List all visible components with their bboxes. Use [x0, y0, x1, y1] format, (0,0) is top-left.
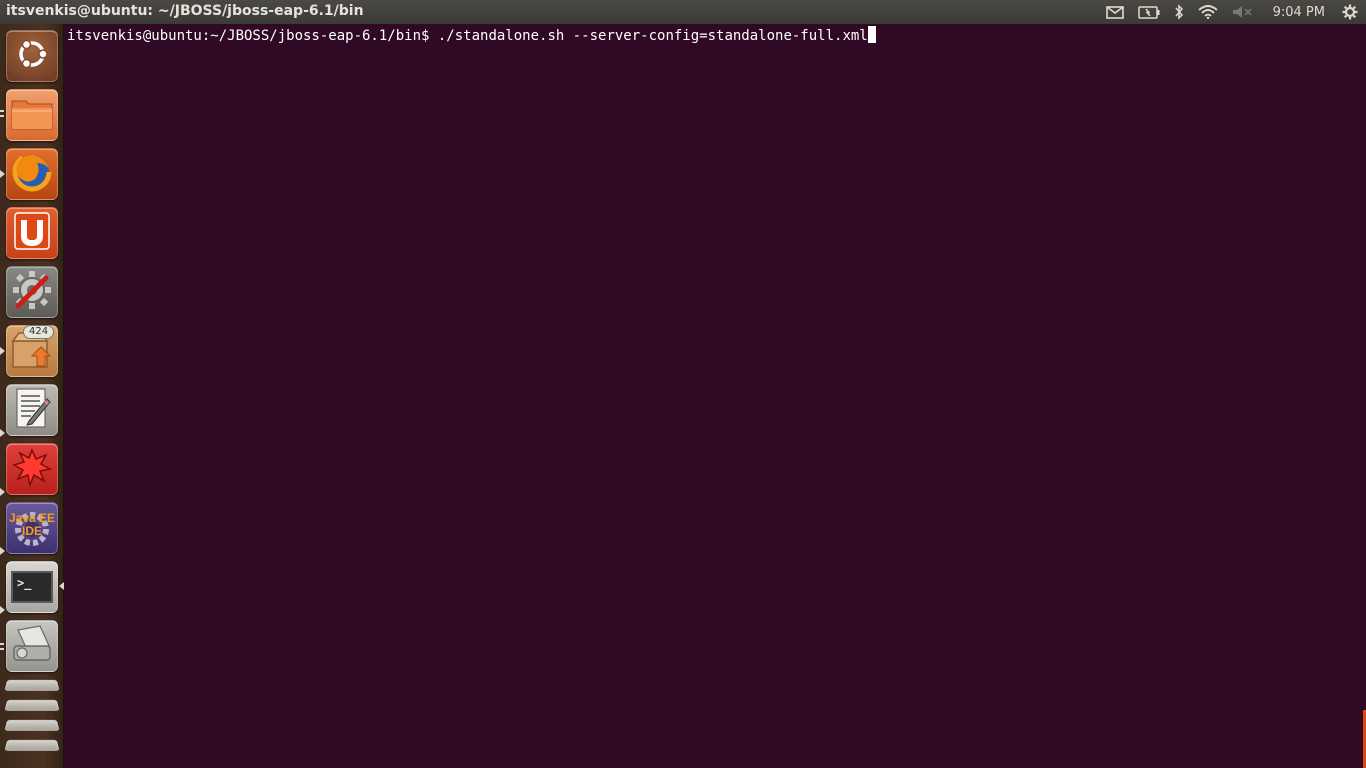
- launcher-item-ubuntu-one[interactable]: [6, 207, 58, 259]
- gear-icon[interactable]: [1342, 0, 1358, 24]
- ide-label: IDE: [21, 524, 42, 538]
- shell-command: ./standalone.sh --server-config=standalo…: [429, 28, 868, 44]
- active-indicator: [59, 582, 64, 590]
- window-title: itsvenkis@ubuntu: ~/JBOSS/jboss-eap-6.1/…: [6, 3, 364, 19]
- running-indicator: [0, 606, 5, 614]
- launcher-item-files[interactable]: [6, 89, 58, 141]
- java-ee-label: Java EE: [8, 511, 56, 525]
- running-indicator: [0, 170, 5, 178]
- terminal-prompt-glyph: >_: [17, 576, 32, 590]
- launcher-item-text-editor[interactable]: [6, 384, 58, 436]
- running-indicator: [0, 110, 4, 118]
- launcher: 424 Java EE IDE >_: [0, 24, 64, 768]
- launcher-item-firefox[interactable]: [6, 148, 58, 200]
- clock[interactable]: 9:04 PM: [1273, 5, 1325, 20]
- running-indicator: [0, 547, 5, 555]
- running-indicator: [0, 643, 4, 651]
- running-indicator: [0, 347, 5, 355]
- running-indicator: [0, 488, 5, 496]
- firefox-icon: [11, 151, 53, 197]
- scanner-icon: [10, 624, 54, 668]
- trash-icon: [4, 676, 60, 768]
- terminal-icon: >_: [11, 571, 53, 603]
- launcher-item-eclipse-java-ee[interactable]: Java EE IDE: [6, 502, 58, 554]
- launcher-item-scanner[interactable]: [6, 620, 58, 672]
- battery-icon[interactable]: [1137, 0, 1160, 24]
- bluetooth-icon[interactable]: [1174, 0, 1184, 24]
- running-indicator: [0, 429, 5, 437]
- launcher-item-workspaces-and-trash[interactable]: [4, 676, 60, 768]
- ubuntu-one-icon: [14, 212, 50, 254]
- mail-icon[interactable]: [1105, 0, 1124, 24]
- terminal-window[interactable]: itsvenkis@ubuntu:~/JBOSS/jboss-eap-6.1/b…: [65, 24, 1366, 768]
- wifi-icon[interactable]: [1198, 0, 1218, 24]
- settings-wrench-icon: [10, 268, 54, 316]
- crash-icon: [12, 447, 53, 491]
- launcher-item-system-settings[interactable]: [6, 266, 58, 318]
- text-cursor: [867, 26, 876, 43]
- indicator-area: 9:04 PM: [1099, 0, 1366, 24]
- volume-muted-icon[interactable]: [1232, 0, 1252, 24]
- top-panel: itsvenkis@ubuntu: ~/JBOSS/jboss-eap-6.1/…: [0, 0, 1366, 24]
- shell-prompt: itsvenkis@ubuntu:~/JBOSS/jboss-eap-6.1/b…: [67, 28, 430, 44]
- launcher-item-dash-home[interactable]: [6, 30, 58, 82]
- terminal-command-line: itsvenkis@ubuntu:~/JBOSS/jboss-eap-6.1/b…: [67, 26, 876, 45]
- text-editor-icon: [13, 387, 51, 433]
- folder-icon: [10, 95, 54, 135]
- launcher-item-terminal[interactable]: >_: [6, 561, 58, 613]
- ubuntu-logo-icon: [15, 37, 49, 75]
- java-ee-ide-icon: Java EE IDE: [7, 503, 57, 553]
- update-count-badge: 424: [23, 325, 55, 339]
- launcher-item-crash-reporter[interactable]: [6, 443, 58, 495]
